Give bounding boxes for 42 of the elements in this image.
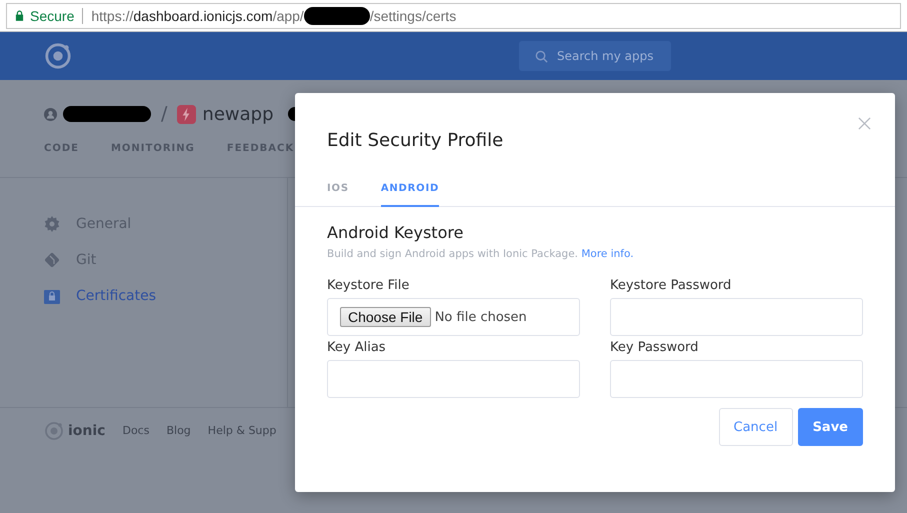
field-label: Key Password (610, 340, 700, 355)
sidebar-item[interactable]: Certificates (44, 278, 244, 314)
app-name[interactable]: newapp (202, 104, 274, 124)
brand-name: ionic (68, 422, 106, 438)
breadcrumb-separator: / (161, 103, 168, 125)
url-host: dashboard.ionicjs.com (133, 8, 273, 24)
ring-logo-icon (44, 420, 64, 440)
file-input-field[interactable]: Choose File No file chosen (327, 298, 580, 336)
close-icon[interactable] (858, 117, 871, 130)
cancel-button[interactable]: Cancel (718, 408, 793, 446)
choose-file-button[interactable]: Choose File (340, 307, 431, 327)
file-status: No file chosen (434, 310, 527, 324)
input-field[interactable] (610, 298, 863, 336)
save-button[interactable]: Save (798, 408, 863, 446)
section-description: Build and sign Android apps with Ionic Package. More info. (327, 248, 635, 260)
ring-logo-icon[interactable] (44, 42, 72, 70)
gear-icon (44, 216, 60, 232)
field-label: Keystore Password (610, 278, 732, 293)
lock-icon (15, 10, 24, 21)
field-label: Keystore File (327, 278, 410, 293)
url-path: /app/ (272, 8, 304, 24)
input-field[interactable] (327, 360, 580, 398)
section-title: Android Keystore (327, 223, 464, 242)
platform-tab[interactable]: ANDROID (380, 183, 440, 207)
user-avatar-icon (44, 108, 57, 120)
bolt-app-icon (177, 104, 196, 124)
search-field[interactable]: Search my apps (519, 41, 671, 71)
url-path: /settings/certs (370, 8, 456, 24)
footer-link[interactable]: Blog (166, 424, 191, 437)
lock-folder-icon (44, 288, 60, 304)
field-label: Key Alias (327, 340, 387, 355)
dialog-title: Edit Security Profile (327, 130, 504, 153)
search-icon (535, 50, 548, 63)
footer-link[interactable]: Help & Supp (208, 424, 276, 437)
security-label: Secure (30, 8, 74, 24)
redaction-mark (304, 6, 370, 24)
input-field[interactable] (610, 360, 863, 398)
platform-tab[interactable]: IOS (327, 183, 349, 207)
url-scheme: https:// (91, 8, 134, 24)
more-info-link[interactable]: More info. (581, 248, 634, 260)
footer-link[interactable]: Docs (122, 424, 150, 437)
address-bar[interactable]: Secure https://dashboard.ionicjs.com/app/ /settings/certs (6, 2, 901, 28)
